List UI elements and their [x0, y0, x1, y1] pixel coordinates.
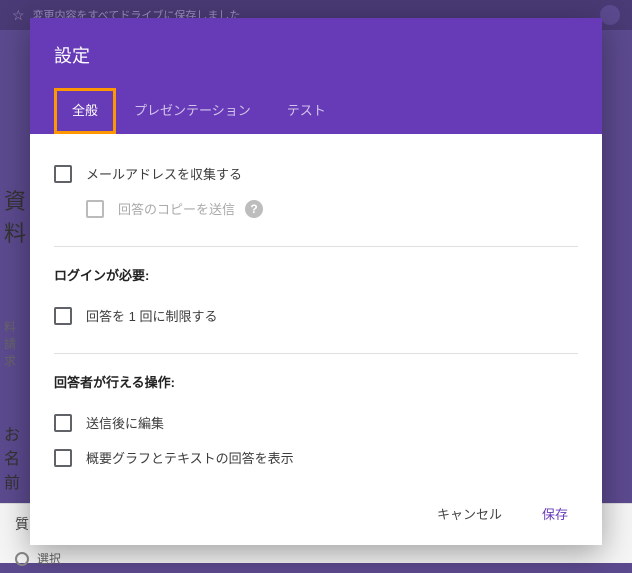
section-email: メールアドレスを収集する 回答のコピーを送信 ?: [54, 156, 578, 226]
checkbox-edit-after-submit[interactable]: 送信後に編集: [54, 405, 578, 440]
bg-text: お名前: [0, 415, 30, 499]
section-title-respondent: 回答者が行える操作:: [54, 372, 578, 391]
tab-test[interactable]: テスト: [269, 88, 344, 134]
checkbox-icon: [54, 414, 72, 432]
checkbox-icon: [54, 165, 72, 183]
divider: [54, 246, 578, 247]
checkbox-label: 回答のコピーを送信: [118, 199, 235, 218]
bg-text: 資料: [0, 178, 30, 254]
section-title-login: ログインが必要:: [54, 265, 578, 284]
dialog-tabs: 全般 プレゼンテーション テスト: [54, 88, 578, 134]
checkbox-icon: [54, 449, 72, 467]
dialog-title: 設定: [54, 42, 578, 68]
tab-presentation[interactable]: プレゼンテーション: [116, 88, 269, 134]
checkbox-label: 回答を 1 回に制限する: [86, 306, 217, 325]
dialog-header: 設定 全般 プレゼンテーション テスト: [30, 18, 602, 134]
section-respondent: 回答者が行える操作: 送信後に編集 概要グラフとテキストの回答を表示: [54, 372, 578, 475]
dialog-footer: キャンセル 保存: [30, 481, 602, 545]
checkbox-label: 送信後に編集: [86, 413, 164, 432]
save-button[interactable]: 保存: [526, 496, 584, 531]
tab-general[interactable]: 全般: [54, 88, 116, 134]
checkbox-icon: [86, 200, 104, 218]
dialog-body: メールアドレスを収集する 回答のコピーを送信 ? ログインが必要: 回答を 1 …: [30, 134, 602, 481]
bg-text: 料請求: [0, 314, 30, 373]
checkbox-label: メールアドレスを収集する: [86, 164, 242, 183]
star-icon: ☆: [12, 7, 25, 24]
divider: [54, 353, 578, 354]
checkbox-limit-once[interactable]: 回答を 1 回に制限する: [54, 298, 578, 333]
checkbox-show-summary[interactable]: 概要グラフとテキストの回答を表示: [54, 440, 578, 475]
settings-dialog: 設定 全般 プレゼンテーション テスト メールアドレスを収集する 回答のコピーを…: [30, 18, 602, 545]
checkbox-label: 概要グラフとテキストの回答を表示: [86, 448, 294, 467]
checkbox-icon: [54, 307, 72, 325]
radio-icon: [15, 552, 29, 566]
checkbox-collect-email[interactable]: メールアドレスを収集する: [54, 156, 578, 191]
bg-radio-row: 選択: [0, 544, 632, 573]
section-login: ログインが必要: 回答を 1 回に制限する: [54, 265, 578, 333]
palette-icon: [600, 5, 620, 25]
checkbox-send-copy: 回答のコピーを送信 ?: [54, 191, 578, 226]
help-icon[interactable]: ?: [245, 200, 263, 218]
cancel-button[interactable]: キャンセル: [421, 496, 518, 531]
bg-left-panel: 資料 料請求 お名前 式テ: [0, 160, 30, 559]
bg-text: 選択: [37, 550, 61, 567]
